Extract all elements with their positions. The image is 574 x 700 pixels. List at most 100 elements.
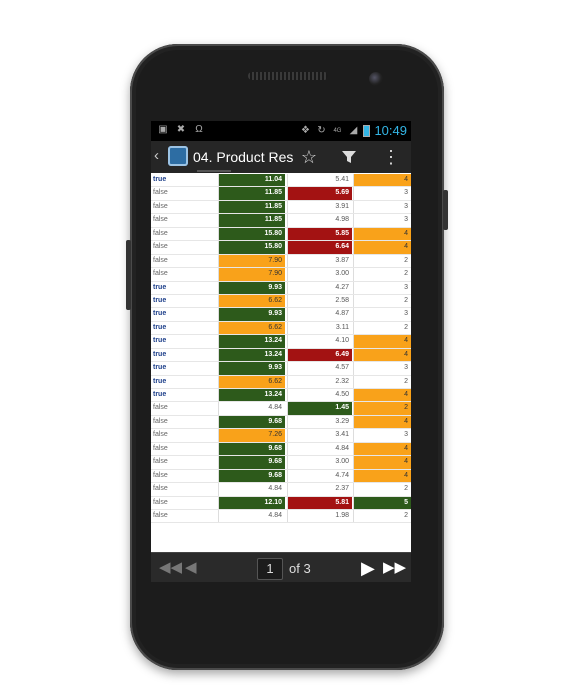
value-cell: 9.68 xyxy=(218,456,285,469)
value-cell: 12.10 xyxy=(218,496,285,509)
overflow-menu-icon[interactable]: ⋮ xyxy=(379,145,403,169)
flag-cell: true xyxy=(153,364,167,372)
first-page-icon[interactable]: ◀◀ xyxy=(159,559,182,577)
flag-cell: false xyxy=(153,498,168,506)
table-row[interactable]: true 6.62 2.58 2 xyxy=(151,294,411,309)
value-cell: 4 xyxy=(353,241,411,254)
table-row[interactable]: false 4.84 2.37 2 xyxy=(151,483,411,497)
table-row[interactable]: false 11.85 4.98 3 xyxy=(151,214,411,228)
value-cell: 3 xyxy=(353,429,411,442)
value-cell: 3.00 xyxy=(287,268,352,281)
flag-cell: true xyxy=(153,350,167,358)
value-cell: 2 xyxy=(353,375,411,388)
table-row[interactable]: true 6.62 3.11 2 xyxy=(151,321,411,336)
value-cell: 4 xyxy=(353,442,411,456)
app-logo-icon[interactable] xyxy=(168,146,188,166)
table-row[interactable]: false 7.90 3.87 2 xyxy=(151,254,411,269)
flag-cell: false xyxy=(153,404,168,412)
value-cell: 5.85 xyxy=(287,227,352,241)
table-row[interactable]: true 13.24 4.10 4 xyxy=(151,335,411,349)
value-cell: 6.64 xyxy=(287,241,352,254)
value-cell: 5.41 xyxy=(287,174,352,187)
power-button xyxy=(443,190,448,230)
table-row[interactable]: false 12.10 5.81 5 xyxy=(151,496,411,510)
table-row[interactable]: true 9.93 4.27 3 xyxy=(151,281,411,295)
front-camera xyxy=(369,72,383,86)
value-cell: 4.84 xyxy=(218,509,285,523)
table-row[interactable]: true 13.24 6.49 4 xyxy=(151,348,411,363)
table-row[interactable]: false 11.85 5.69 3 xyxy=(151,187,411,201)
value-cell: 2 xyxy=(353,483,411,496)
value-cell: 7.90 xyxy=(218,268,285,281)
page-count-label: of 3 xyxy=(289,561,311,576)
table-row[interactable]: false 7.26 3.41 3 xyxy=(151,429,411,443)
table-row[interactable]: false 11.85 3.91 3 xyxy=(151,200,411,215)
flag-cell: false xyxy=(153,417,168,425)
filter-icon[interactable] xyxy=(337,145,361,169)
value-cell: 3.91 xyxy=(287,200,352,214)
value-cell: 11.85 xyxy=(218,187,285,200)
table-row[interactable]: false 15.80 6.64 4 xyxy=(151,241,411,255)
value-cell: 4.50 xyxy=(287,389,352,402)
value-cell: 7.26 xyxy=(218,429,285,442)
sync-icon: ↻ xyxy=(317,124,326,136)
battery-icon xyxy=(363,124,371,137)
value-cell: 3.87 xyxy=(287,254,352,268)
last-page-icon[interactable]: ▶▶ xyxy=(383,559,406,577)
value-cell: 3 xyxy=(353,308,411,321)
value-cell: 13.24 xyxy=(218,348,285,362)
value-cell: 4.84 xyxy=(218,483,285,496)
value-cell: 3.00 xyxy=(287,456,352,469)
value-cell: 3 xyxy=(353,214,411,227)
flag-cell: true xyxy=(153,296,167,304)
page-number-input[interactable]: 1 xyxy=(257,558,283,580)
flag-cell: true xyxy=(153,337,167,345)
value-cell: 2 xyxy=(353,254,411,268)
flag-cell: true xyxy=(153,310,167,318)
value-cell: 4.27 xyxy=(287,281,352,294)
value-cell: 6.49 xyxy=(287,348,352,362)
network-type-label: 4G xyxy=(333,127,342,134)
table-row[interactable]: false 9.68 3.00 4 xyxy=(151,456,411,470)
value-cell: 1.98 xyxy=(287,509,352,523)
table-row[interactable]: false 9.68 3.29 4 xyxy=(151,415,411,430)
star-outline-icon[interactable]: ☆ xyxy=(297,145,321,169)
table-row[interactable]: false 4.84 1.98 2 xyxy=(151,509,411,524)
prev-page-icon[interactable]: ◀ xyxy=(185,559,197,577)
table-row[interactable]: true 6.62 2.32 2 xyxy=(151,375,411,389)
table-row[interactable]: false 7.90 3.00 2 xyxy=(151,268,411,282)
next-page-icon[interactable]: ▶ xyxy=(361,559,375,577)
value-cell: 11.85 xyxy=(218,200,285,214)
value-cell: 3.11 xyxy=(287,321,352,335)
table-row[interactable]: false 9.68 4.74 4 xyxy=(151,469,411,484)
table-row[interactable]: true 9.93 4.57 3 xyxy=(151,362,411,376)
bluetooth-icon: ❖ xyxy=(300,124,310,136)
value-cell: 13.24 xyxy=(218,335,285,348)
table-row[interactable]: true 9.93 4.87 3 xyxy=(151,308,411,322)
flag-cell: false xyxy=(153,511,168,519)
value-cell: 3 xyxy=(353,200,411,214)
results-table: true 11.04 5.41 4 false 11.85 5.69 3 false 11.85 3… xyxy=(151,174,411,524)
value-cell: 4 xyxy=(353,335,411,348)
value-cell: 9.68 xyxy=(218,415,285,429)
earpiece-speaker xyxy=(248,72,328,80)
flag-cell: false xyxy=(153,458,168,466)
value-cell: 2.37 xyxy=(287,483,352,496)
flag-cell: false xyxy=(153,256,168,264)
value-cell: 5.81 xyxy=(287,496,352,509)
table-row[interactable]: false 9.68 4.84 4 xyxy=(151,442,411,457)
flag-cell: false xyxy=(153,431,168,439)
pin-icon: ✖ xyxy=(176,124,186,135)
back-chevron-icon[interactable]: ‹ xyxy=(154,147,159,164)
value-cell: 2.32 xyxy=(287,375,352,388)
table-row[interactable]: true 13.24 4.50 4 xyxy=(151,389,411,403)
flag-cell: true xyxy=(153,377,167,385)
table-row[interactable]: true 11.04 5.41 4 xyxy=(151,174,411,188)
value-cell: 6.62 xyxy=(218,375,285,388)
flag-cell: true xyxy=(153,323,167,331)
value-cell: 4.84 xyxy=(287,442,352,456)
table-row[interactable]: false 15.80 5.85 4 xyxy=(151,227,411,242)
value-cell: 4.87 xyxy=(287,308,352,321)
table-row[interactable]: false 4.84 1.45 2 xyxy=(151,402,411,416)
value-cell: 3 xyxy=(353,281,411,294)
